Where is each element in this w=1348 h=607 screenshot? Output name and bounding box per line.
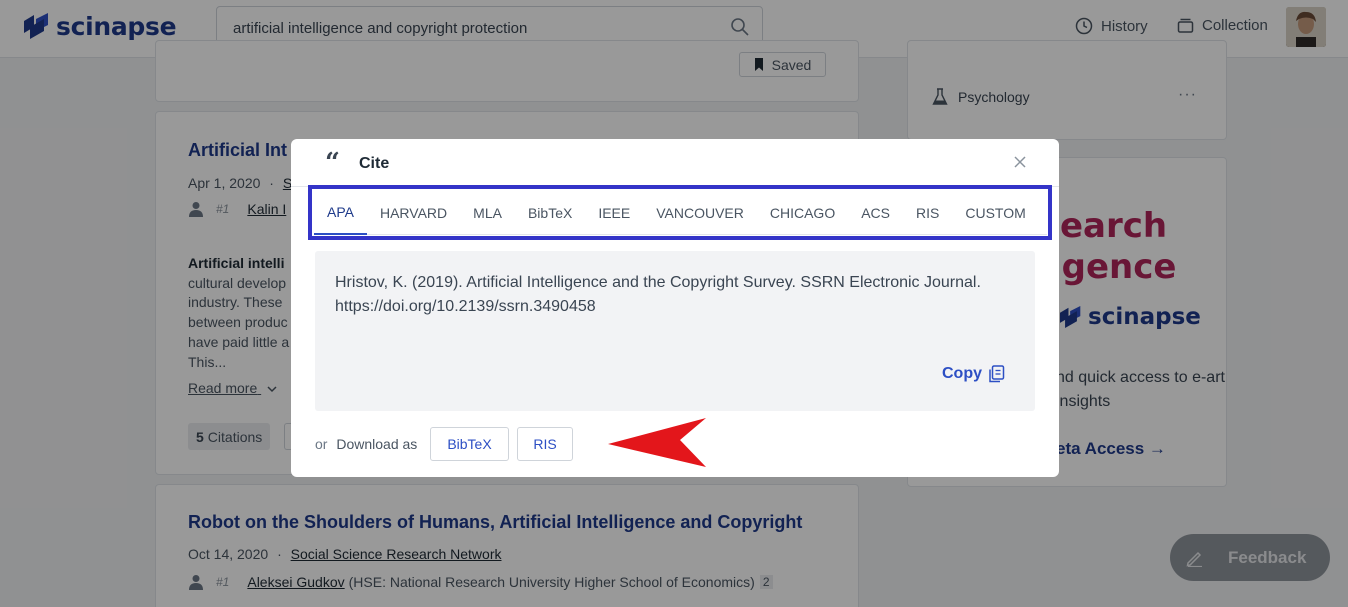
copy-label: Copy: [942, 365, 982, 382]
download-row: or Download as: [315, 436, 417, 452]
copy-button[interactable]: Copy: [942, 365, 1005, 383]
download-label: Download as: [336, 436, 418, 452]
red-arrow-annotation: [608, 418, 706, 467]
tabs-highlight-frame: [308, 185, 1052, 240]
download-or: or: [315, 436, 328, 452]
citation-box: Hristov, K. (2019). Artificial Intellige…: [315, 251, 1035, 411]
citation-text[interactable]: Hristov, K. (2019). Artificial Intellige…: [335, 271, 1015, 319]
modal-header: “ Cite: [291, 139, 1059, 187]
quote-icon: “: [325, 148, 340, 178]
modal-title: Cite: [359, 155, 390, 172]
download-ris-button[interactable]: RIS: [517, 427, 573, 461]
close-icon[interactable]: [1011, 153, 1029, 171]
clipboard-icon: [989, 365, 1005, 383]
download-bibtex-button[interactable]: BibTeX: [430, 427, 509, 461]
